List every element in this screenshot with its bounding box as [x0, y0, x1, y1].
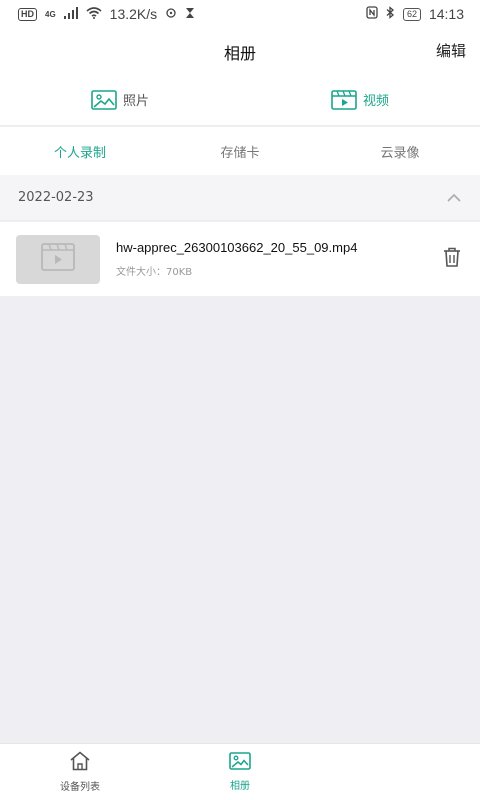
hourglass-icon	[185, 6, 195, 22]
tab-photos-label: 照片	[122, 94, 149, 109]
tab-videos-label: 视频	[362, 94, 389, 109]
date-group-header[interactable]: 2022-02-23	[0, 175, 480, 221]
nfc-icon	[366, 6, 378, 22]
tab-videos[interactable]: 视频	[240, 74, 480, 125]
video-icon	[331, 89, 357, 110]
bottom-navigation: 设备列表 相册	[0, 743, 480, 800]
notification-icon	[165, 6, 177, 22]
battery-indicator: 62	[402, 7, 421, 21]
status-left: HD 4G 13.2K/s	[18, 6, 195, 22]
status-bar: HD 4G 13.2K/s 62 14:13	[0, 0, 480, 28]
home-icon	[69, 751, 91, 774]
file-name: hw-apprec_26300103662_20_55_09.mp4	[116, 240, 358, 255]
tab-storage-card[interactable]: 存储卡	[160, 127, 320, 175]
media-type-tabs: 照片 视频	[0, 74, 480, 126]
source-tabs: 个人录制 存储卡 云录像	[0, 127, 480, 175]
nav-album-label: 相册	[230, 781, 250, 792]
hd-badge: HD	[18, 7, 37, 21]
list-item[interactable]: hw-apprec_26300103662_20_55_09.mp4 文件大小：…	[0, 222, 480, 296]
tab-photos[interactable]: 照片	[0, 74, 240, 125]
wifi-icon	[86, 6, 102, 22]
edit-button[interactable]: 编辑	[436, 40, 466, 61]
page-title: 相册	[223, 44, 256, 63]
image-icon	[91, 89, 117, 110]
video-placeholder-icon	[41, 243, 75, 275]
trash-icon	[443, 247, 461, 271]
group-date: 2022-02-23	[18, 190, 94, 205]
network-speed: 13.2K/s	[109, 6, 158, 22]
nav-device-list-label: 设备列表	[60, 782, 100, 793]
status-right: 62 14:13	[366, 6, 464, 22]
nav-album[interactable]: 相册	[160, 744, 320, 800]
nav-device-list[interactable]: 设备列表	[0, 744, 160, 800]
app-header: 相册 编辑	[0, 28, 480, 74]
tab-cloud-recording[interactable]: 云录像	[320, 127, 480, 175]
signal-icon	[63, 6, 78, 22]
delete-button[interactable]	[440, 247, 464, 271]
video-thumbnail[interactable]	[16, 234, 100, 284]
file-size: 文件大小：70KB	[116, 267, 193, 278]
network-type: 4G	[45, 9, 56, 19]
chevron-up-icon[interactable]	[446, 188, 462, 207]
clock: 14:13	[428, 6, 464, 22]
image-icon	[229, 752, 251, 773]
bluetooth-icon	[386, 6, 395, 22]
file-info: hw-apprec_26300103662_20_55_09.mp4 文件大小：…	[116, 240, 440, 278]
tab-personal-recording[interactable]: 个人录制	[0, 127, 160, 175]
